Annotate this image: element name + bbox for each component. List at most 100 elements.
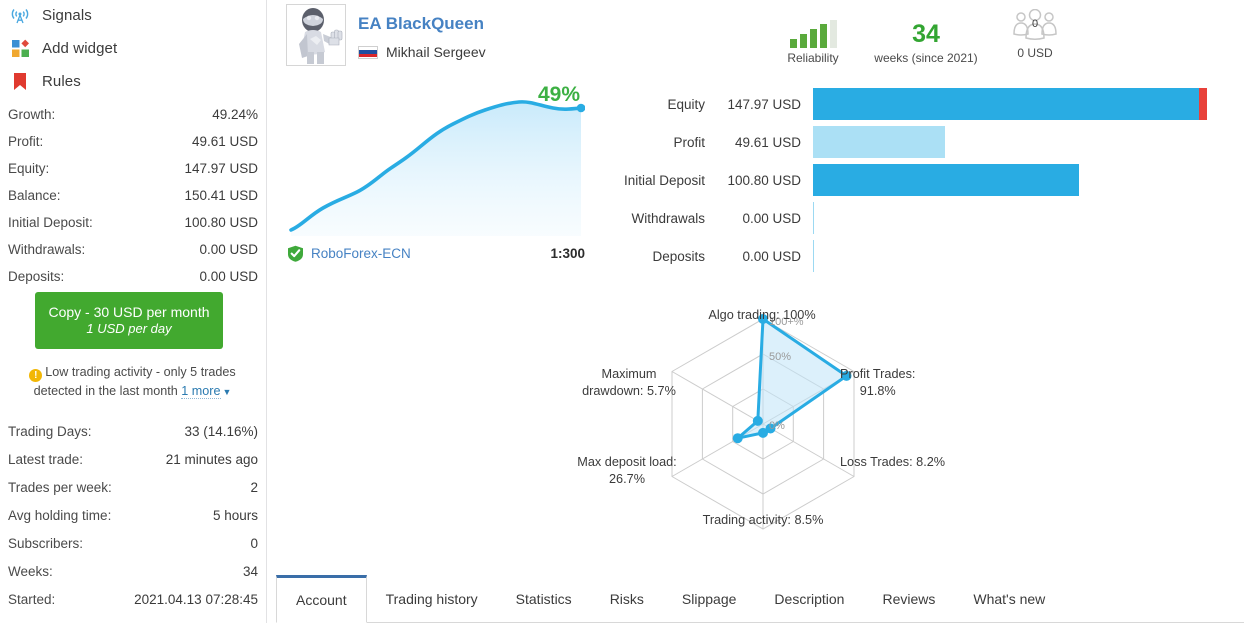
signal-quality-radar-chart: 100+% 50% 0% [560,298,980,543]
tab-risks[interactable]: Risks [591,576,663,622]
bar-track [813,240,1244,272]
bar-label: Profit [673,134,705,150]
stat-key: Balance: [8,187,61,203]
stat-initial-deposit: Initial Deposit: 100.80 USD [8,209,258,235]
stat-growth: Growth: 49.24% [8,101,258,127]
bar-fill-equity [813,88,1207,120]
tab-bar: Account Trading history Statistics Risks… [276,575,1244,623]
radar-label-maximum-drawdown-title: Maximum [601,367,657,381]
bar-row-equity: Equity 147.97 USD [600,88,1244,120]
page-title[interactable]: EA BlackQueen [358,14,484,34]
stat-value: 2021.04.13 07:28:45 [134,591,258,607]
bar-row-withdrawals: Withdrawals 0.00 USD [600,202,1244,234]
stat-key: Weeks: [8,563,53,579]
copy-button-daily: 1 USD per day [86,321,172,337]
radar-ring-label-0: 0% [769,420,785,432]
bar-label: Equity [667,96,705,112]
stat-key: Equity: [8,160,50,176]
bar-label: Withdrawals [631,210,705,226]
sidebar-item-label: Add widget [42,39,118,57]
stat-value: 147.97 USD [184,160,258,176]
stat-key: Trading Days: [8,423,92,439]
radar-label-max-deposit-load-value: 26.7% [609,471,645,486]
bar-fill-initial-deposit [813,164,1079,196]
stat-value: 33 (14.16%) [184,423,258,439]
show-more-link[interactable]: 1 more [181,384,221,399]
stat-value: 2 [250,479,258,495]
stat-started: Started: 2021.04.13 07:28:45 [8,586,258,612]
bar-value: 0.00 USD [742,210,801,226]
tab-slippage[interactable]: Slippage [663,576,756,622]
stat-key: Avg holding time: [8,507,112,523]
sidebar-item-label: Rules [42,72,81,90]
stat-key: Started: [8,591,56,607]
bar-fill-deposits [813,240,814,272]
balance-bar-chart: Equity 147.97 USD Profit 49.61 USD Initi… [600,88,1244,272]
sidebar-item-rules[interactable]: Rules [8,66,81,96]
stat-value: 100.80 USD [184,214,258,230]
stat-value: 150.41 USD [184,187,258,203]
radar-label-max-deposit-load-title: Max deposit load: [577,455,677,469]
stat-avg-holding-time: Avg holding time: 5 hours [8,502,258,528]
sidebar-item-add-widget[interactable]: Add widget [8,33,117,63]
stat-balance: Balance: 150.41 USD [8,182,258,208]
radar-label-profit-trades: Profit Trades: 91.8% [840,366,915,400]
stat-value: 0 [250,535,258,551]
bar-track [813,88,1244,120]
radar-label-loss-trades: Loss Trades: 8.2% [840,455,946,469]
avatar[interactable] [286,4,346,66]
weeks-value: 34 [912,20,940,48]
reliability-caption: Reliability [787,51,839,65]
bar-fill-profit [813,126,945,158]
stat-value: 49.61 USD [191,133,258,149]
sidebar-item-signals[interactable]: Signals [8,0,92,30]
subscribers-people-icon: 0 [1011,8,1059,43]
stat-subscribers: Subscribers: 0 [8,530,258,556]
green-shield-check-icon [287,245,304,262]
tab-reviews[interactable]: Reviews [863,576,954,622]
widget-grid-icon [8,36,32,60]
stat-value: 5 hours [212,507,258,523]
reliability-bars-icon [778,20,848,48]
stat-key: Trades per week: [8,479,112,495]
stat-value: 34 [242,563,258,579]
weeks-caption: weeks (since 2021) [874,51,978,65]
stat-trades-per-week: Trades per week: 2 [8,474,258,500]
reliability-badge: Reliability [778,20,848,65]
subscribers-count: 0 [1031,18,1039,30]
stat-value: 49.24% [212,106,258,122]
bar-row-profit: Profit 49.61 USD [600,126,1244,158]
bar-value: 100.80 USD [727,172,801,188]
tab-whats-new[interactable]: What's new [954,576,1064,622]
broker-name-link[interactable]: RoboForex-ECN [311,246,411,261]
warning-icon: ! [29,369,43,382]
leverage-value: 1:300 [550,246,585,261]
stat-trading-days: Trading Days: 33 (14.16%) [8,418,258,444]
stat-key: Latest trade: [8,451,84,467]
weeks-badge: 34 weeks (since 2021) [862,20,990,65]
bar-fill-withdrawals [813,202,814,234]
stat-key: Deposits: [8,268,65,284]
stat-key: Subscribers: [8,535,84,551]
tab-account[interactable]: Account [276,575,367,623]
tab-description[interactable]: Description [755,576,863,622]
stat-value: 0.00 USD [199,268,258,284]
stat-weeks: Weeks: 34 [8,558,258,584]
tab-trading-history[interactable]: Trading history [367,576,497,622]
stat-key: Withdrawals: [8,241,86,257]
stat-key: Initial Deposit: [8,214,93,230]
stat-withdrawals: Withdrawals: 0.00 USD [8,236,258,262]
subscribers-caption: 0 USD [1017,46,1053,60]
stat-profit: Profit: 49.61 USD [8,128,258,154]
signal-tower-icon [8,3,32,27]
author-row: Mikhail Sergeev [358,44,486,60]
radar-label-maximum-drawdown: Maximum drawdown: 5.7% [570,366,688,400]
radar-label-trading-activity: Trading activity: 8.5% [702,513,824,527]
growth-percent-label: 49% [538,83,581,106]
stat-value: 21 minutes ago [165,451,258,467]
tab-statistics[interactable]: Statistics [497,576,591,622]
sidebar: Signals Add widget Rules Growth: 49.24% … [0,0,267,623]
chevron-down-icon[interactable]: ▼ [223,387,232,397]
radar-label-max-deposit-load: Max deposit load: 26.7% [566,454,688,488]
copy-subscribe-button[interactable]: Copy - 30 USD per month 1 USD per day [35,292,223,349]
